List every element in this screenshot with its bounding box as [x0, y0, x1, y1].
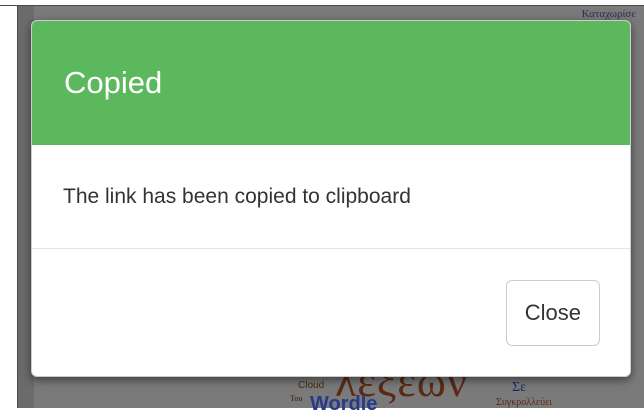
- word-cloud-word: Cloud: [298, 380, 325, 391]
- word-cloud-word: Wordle: [310, 393, 378, 415]
- word-cloud-word: Καταχωρίσε: [581, 8, 636, 20]
- modal-footer: Close: [32, 249, 630, 376]
- modal-body: The link has been copied to clipboard: [32, 145, 630, 249]
- copied-modal: Copied The link has been copied to clipb…: [31, 20, 631, 377]
- modal-message: The link has been copied to clipboard: [63, 184, 411, 208]
- word-cloud-word: Σε: [512, 380, 527, 395]
- word-cloud-word: Συγκρολλεύει: [496, 397, 552, 408]
- word-cloud-word: Του: [290, 394, 303, 403]
- close-button[interactable]: Close: [505, 279, 600, 346]
- modal-header: Copied: [32, 21, 630, 145]
- page-left-gutter: [0, 0, 17, 408]
- backdrop-left-edge: [17, 6, 18, 408]
- modal-title: Copied: [64, 65, 163, 100]
